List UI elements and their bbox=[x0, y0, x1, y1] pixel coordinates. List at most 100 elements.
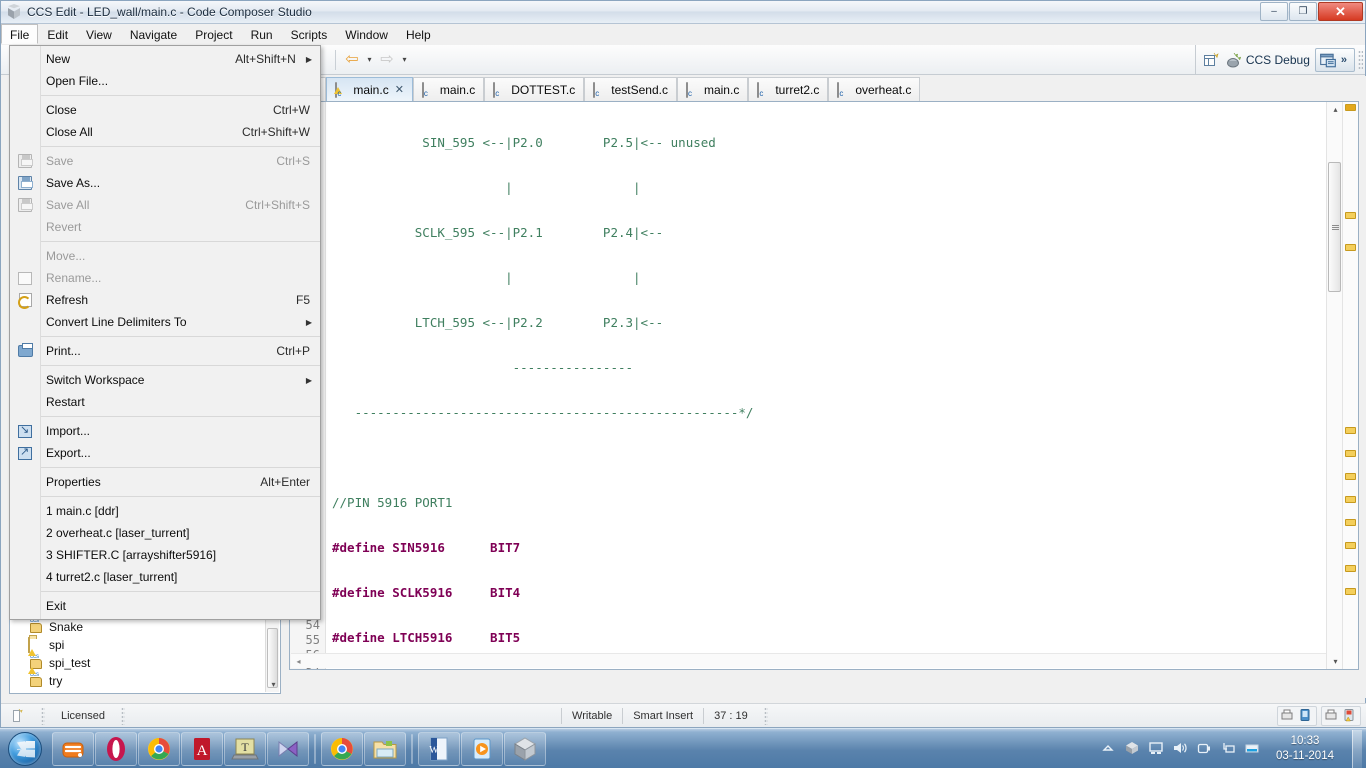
editor-overview-ruler[interactable] bbox=[1342, 102, 1358, 669]
taskbar-app-word[interactable]: W bbox=[418, 731, 460, 766]
tray-display-icon[interactable] bbox=[1148, 740, 1166, 758]
back-history-dropdown[interactable]: ▾ bbox=[364, 48, 375, 72]
close-button[interactable]: ✕ bbox=[1318, 2, 1363, 21]
show-desktop-button[interactable] bbox=[1352, 729, 1362, 768]
editor-tab-turret2-c[interactable]: turret2.c bbox=[748, 77, 829, 101]
menu-file[interactable]: File bbox=[1, 24, 39, 44]
editor-horizontal-scrollbar[interactable]: ◂ bbox=[291, 653, 1340, 668]
device-warning-status-icon[interactable] bbox=[1342, 708, 1358, 724]
taskbar-app-ccs[interactable] bbox=[504, 731, 546, 766]
minimize-button[interactable]: – bbox=[1260, 2, 1288, 21]
overview-marker[interactable] bbox=[1345, 473, 1356, 480]
status-toggle-group-1[interactable] bbox=[1277, 705, 1317, 726]
explorer-scroll-down-icon[interactable]: ▾ bbox=[268, 679, 279, 690]
hscroll-left-icon[interactable]: ◂ bbox=[293, 656, 304, 667]
menu-navigate[interactable]: Navigate bbox=[121, 24, 186, 44]
tray-battery-icon[interactable] bbox=[1244, 740, 1262, 758]
menu-item-recent-4[interactable]: 4 turret2.c [laser_turrent] bbox=[10, 566, 320, 588]
ccs-debug-perspective-icon[interactable] bbox=[1222, 49, 1244, 71]
taskbar-app-file-explorer[interactable] bbox=[364, 731, 406, 766]
tray-network-icon[interactable] bbox=[1220, 740, 1238, 758]
overview-marker[interactable] bbox=[1345, 542, 1356, 549]
overview-marker[interactable] bbox=[1345, 450, 1356, 457]
source-editor[interactable]: 54 55 56 57 SIN_595 <--|P2.0 P2.5|<-- un… bbox=[289, 101, 1359, 670]
overview-marker[interactable] bbox=[1345, 104, 1356, 111]
status-grip[interactable] bbox=[763, 706, 768, 725]
menu-project[interactable]: Project bbox=[186, 24, 241, 44]
list-item[interactable]: ccs× Snake bbox=[10, 611, 280, 636]
menu-item-export[interactable]: Export... bbox=[10, 442, 320, 464]
menu-item-close[interactable]: Close Ctrl+W bbox=[10, 99, 320, 121]
status-grip[interactable] bbox=[41, 706, 45, 725]
restore-button[interactable]: ❐ bbox=[1289, 2, 1317, 21]
forward-button[interactable]: ⇨ bbox=[375, 48, 399, 72]
overview-marker[interactable] bbox=[1345, 212, 1356, 219]
taskbar-clock[interactable]: 10:33 03-11-2014 bbox=[1268, 734, 1342, 764]
close-icon[interactable]: ✕ bbox=[395, 83, 404, 96]
status-toggle-group-2[interactable] bbox=[1321, 705, 1361, 726]
status-grip[interactable] bbox=[121, 706, 126, 725]
menu-item-open-file[interactable]: Open File... bbox=[10, 70, 320, 92]
perspective-more-label[interactable]: » bbox=[1337, 54, 1351, 66]
menu-edit[interactable]: Edit bbox=[38, 24, 77, 44]
taskbar-app-media-x[interactable] bbox=[267, 731, 309, 766]
menu-item-recent-2[interactable]: 2 overheat.c [laser_turrent] bbox=[10, 522, 320, 544]
taskbar-app-chrome-window[interactable] bbox=[321, 731, 363, 766]
open-perspective-button[interactable] bbox=[1200, 49, 1222, 71]
menu-item-import[interactable]: Import... bbox=[10, 420, 320, 442]
overview-marker[interactable] bbox=[1345, 588, 1356, 595]
menu-window[interactable]: Window bbox=[336, 24, 397, 44]
menu-item-save-as[interactable]: Save As... bbox=[10, 172, 320, 194]
menu-item-close-all[interactable]: Close All Ctrl+Shift+W bbox=[10, 121, 320, 143]
scroll-down-icon[interactable]: ▾ bbox=[1330, 656, 1341, 667]
editor-tab-main-c-3[interactable]: main.c bbox=[676, 77, 749, 101]
vertical-scroll-thumb[interactable] bbox=[1328, 162, 1341, 292]
editor-tab-main-c-2[interactable]: main.c bbox=[412, 77, 485, 101]
list-item[interactable]: ccs spi_test bbox=[10, 648, 280, 672]
printer-status-icon[interactable] bbox=[1280, 708, 1296, 724]
ccs-edit-perspective-button[interactable]: » bbox=[1314, 48, 1355, 72]
menu-item-convert-line-delimiters[interactable]: Convert Line Delimiters To ▶ bbox=[10, 311, 320, 333]
scroll-up-icon[interactable]: ▴ bbox=[1330, 104, 1341, 115]
menu-item-new[interactable]: New Alt+Shift+N ▶ bbox=[10, 48, 320, 70]
menu-scripts[interactable]: Scripts bbox=[282, 24, 337, 44]
taskbar-app-media-player[interactable] bbox=[461, 731, 503, 766]
menu-item-switch-workspace[interactable]: Switch Workspace ▶ bbox=[10, 369, 320, 391]
taskbar-app-teamviewer-laptop[interactable]: T bbox=[224, 731, 266, 766]
overview-marker[interactable] bbox=[1345, 427, 1356, 434]
taskbar-app-chrome[interactable] bbox=[138, 731, 180, 766]
file-menu-dropdown[interactable]: New Alt+Shift+N ▶ Open File... Close Ctr… bbox=[9, 45, 321, 620]
taskbar-app-opera[interactable] bbox=[95, 731, 137, 766]
taskbar-app-adobe-reader[interactable]: A bbox=[181, 731, 223, 766]
tray-safely-remove-icon[interactable] bbox=[1196, 740, 1214, 758]
list-item[interactable]: ccs try bbox=[10, 666, 280, 690]
taskbar-app-orange-fist[interactable] bbox=[52, 731, 94, 766]
overview-marker[interactable] bbox=[1345, 519, 1356, 526]
menu-item-recent-3[interactable]: 3 SHIFTER.C [arrayshifter5916] bbox=[10, 544, 320, 566]
overview-marker[interactable] bbox=[1345, 565, 1356, 572]
menu-help[interactable]: Help bbox=[397, 24, 440, 44]
menu-item-properties[interactable]: Properties Alt+Enter bbox=[10, 471, 320, 493]
menu-view[interactable]: View bbox=[77, 24, 121, 44]
editor-tab-dottest-c[interactable]: DOTTEST.c bbox=[484, 77, 585, 101]
toolbar-grip[interactable] bbox=[1358, 50, 1363, 70]
menu-item-restart[interactable]: Restart bbox=[10, 391, 320, 413]
editor-tab-testsend-c[interactable]: testSend.c bbox=[584, 77, 677, 101]
perspective-label-ccs-debug[interactable]: CCS Debug bbox=[1244, 53, 1315, 67]
menu-item-recent-1[interactable]: 1 main.c [ddr] bbox=[10, 500, 320, 522]
code-text[interactable]: SIN_595 <--|P2.0 P2.5|<-- unused | | SCL… bbox=[326, 102, 1358, 669]
menu-item-exit[interactable]: Exit bbox=[10, 595, 320, 617]
device-status-icon[interactable] bbox=[1298, 708, 1314, 724]
editor-tab-main-c-active[interactable]: main.c ✕ bbox=[326, 77, 413, 101]
editor-vertical-scrollbar[interactable]: ▴ ▾ bbox=[1326, 102, 1342, 669]
show-hidden-icons-button[interactable] bbox=[1100, 740, 1118, 758]
editor-tab-overheat-c[interactable]: overheat.c bbox=[828, 77, 921, 101]
forward-history-dropdown[interactable]: ▾ bbox=[399, 48, 410, 72]
tray-ccs-cube-icon[interactable] bbox=[1124, 740, 1142, 758]
menu-run[interactable]: Run bbox=[242, 24, 282, 44]
overview-marker[interactable] bbox=[1345, 496, 1356, 503]
printer-status-icon[interactable] bbox=[1324, 708, 1340, 724]
menu-item-print[interactable]: Print... Ctrl+P bbox=[10, 340, 320, 362]
tray-volume-icon[interactable] bbox=[1172, 740, 1190, 758]
back-button[interactable]: ⇦ bbox=[340, 48, 364, 72]
